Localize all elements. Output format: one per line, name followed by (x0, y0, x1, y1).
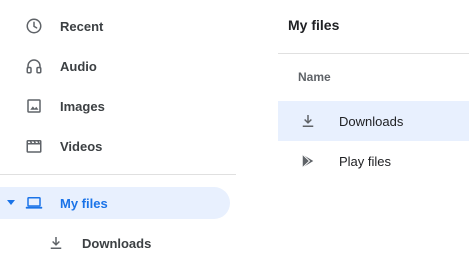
sidebar-item-audio[interactable]: Audio (0, 50, 230, 82)
sidebar-item-recent[interactable]: Recent (0, 10, 230, 42)
list-item-play-files[interactable]: Play files (278, 141, 469, 181)
sidebar-item-label: Videos (60, 138, 103, 154)
expand-caret-icon[interactable] (7, 200, 15, 205)
file-list-panel: My files Name Downloads Play files (278, 0, 469, 264)
sidebar-item-images[interactable]: Images (0, 90, 230, 122)
list-item-label: Play files (339, 153, 392, 169)
image-icon (24, 96, 44, 116)
laptop-icon (24, 193, 44, 213)
sidebar-item-label: My files (60, 195, 108, 211)
sidebar-item-label: Recent (60, 18, 104, 34)
sidebar-item-label: Downloads (82, 235, 152, 251)
sidebar-item-label: Audio (60, 58, 97, 74)
sidebar-item-downloads[interactable]: Downloads (0, 227, 230, 259)
download-icon (298, 111, 318, 131)
list-item-downloads[interactable]: Downloads (278, 101, 469, 141)
headphones-icon (24, 56, 44, 76)
sidebar: Recent Audio Images Videos My files Down… (0, 0, 236, 264)
sidebar-item-my-files[interactable]: My files (0, 187, 230, 219)
play-store-icon (298, 151, 318, 171)
list-item-label: Downloads (339, 113, 404, 129)
clock-icon (24, 16, 44, 36)
sidebar-item-label: Images (60, 98, 105, 114)
header-divider (278, 53, 469, 54)
column-header-name[interactable]: Name (298, 70, 331, 84)
sidebar-divider (0, 174, 236, 175)
film-icon (24, 136, 44, 156)
sidebar-item-videos[interactable]: Videos (0, 130, 230, 162)
download-icon (46, 233, 66, 253)
page-title: My files (288, 17, 340, 33)
